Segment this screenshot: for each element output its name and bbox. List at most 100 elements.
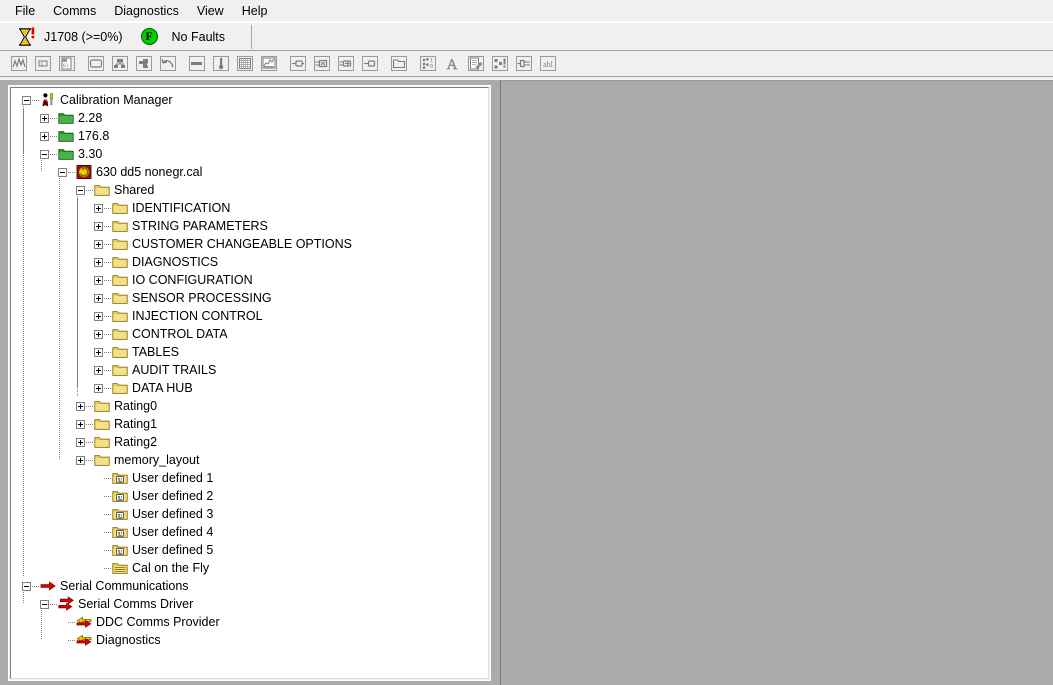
folder-yellow-icon xyxy=(94,182,110,198)
tree-item[interactable]: Diagnostics xyxy=(14,631,488,649)
tree-expand-plus-icon[interactable] xyxy=(94,329,103,339)
tree-connector-line xyxy=(50,135,58,137)
tree-item[interactable]: STRING PARAMETERS xyxy=(14,217,488,235)
tree-collapse-minus-icon[interactable] xyxy=(58,167,67,177)
menu-view[interactable]: View xyxy=(188,1,233,21)
tree-expand-plus-icon[interactable] xyxy=(94,383,103,393)
tree-item[interactable]: 2.28 xyxy=(14,109,488,127)
tree-scroll-area[interactable]: Calibration Manager 2.28 176.8 3.30 630 … xyxy=(11,88,488,678)
tree-expand-plus-icon[interactable] xyxy=(94,203,103,213)
svg-text:U: U xyxy=(118,531,122,537)
tree-item[interactable]: Cal on the Fly xyxy=(14,559,488,577)
tree-item-label: User defined 4 xyxy=(132,525,214,539)
tree-connector-line xyxy=(104,207,112,209)
tree-item[interactable]: Calibration Manager xyxy=(14,91,488,109)
tree-expand-plus-icon[interactable] xyxy=(94,275,103,285)
menu-diagnostics[interactable]: Diagnostics xyxy=(105,1,188,21)
document-edit-icon xyxy=(464,53,487,74)
tree-item[interactable]: 176.8 xyxy=(14,127,488,145)
svg-text:U: U xyxy=(118,477,122,483)
tree-item[interactable]: DIAGNOSTICS xyxy=(14,253,488,271)
tree-connector-line xyxy=(104,513,112,515)
menu-comms[interactable]: Comms xyxy=(44,1,105,21)
tree-item[interactable]: memory_layout xyxy=(14,451,488,469)
tree-expand-plus-icon[interactable] xyxy=(76,401,85,411)
connector-arrow-icon xyxy=(334,53,357,74)
svg-text:U: U xyxy=(118,495,122,501)
tree-connector-line xyxy=(86,459,94,461)
tree-expand-plus-icon[interactable] xyxy=(94,365,103,375)
tree-item-label: TABLES xyxy=(132,345,180,359)
tree-item[interactable]: Rating1 xyxy=(14,415,488,433)
tree-item[interactable]: Shared xyxy=(14,181,488,199)
tree-guide-rail xyxy=(23,325,24,343)
tree-expand-plus-icon[interactable] xyxy=(94,347,103,357)
waveform-graph-icon xyxy=(7,53,30,74)
tree-item[interactable]: IDENTIFICATION xyxy=(14,199,488,217)
tree-connector-line xyxy=(50,153,58,155)
tree-connector-line xyxy=(104,549,112,551)
tree-item[interactable]: 3.30 xyxy=(14,145,488,163)
tree-item[interactable]: U User defined 4 xyxy=(14,523,488,541)
tree-item[interactable]: U User defined 5 xyxy=(14,541,488,559)
tree-guide-rail xyxy=(23,541,24,559)
tree-expand-plus-icon[interactable] xyxy=(76,419,85,429)
tree-guide-rail xyxy=(23,307,24,325)
tree-item[interactable]: TABLES xyxy=(14,343,488,361)
tree-item[interactable]: Serial Comms Driver xyxy=(14,595,488,613)
bits-binary-icon: 10 xyxy=(416,53,439,74)
folder-yellow-icon xyxy=(112,218,128,234)
mdi-client-area xyxy=(500,80,1053,685)
tree-expand-plus-icon[interactable] xyxy=(94,293,103,303)
tree-collapse-minus-icon[interactable] xyxy=(76,185,85,195)
folder-user-icon: U xyxy=(112,542,128,558)
tree-guide-rail xyxy=(23,559,24,577)
tree-collapse-minus-icon[interactable] xyxy=(40,599,49,609)
tree-expand-plus-icon[interactable] xyxy=(76,437,85,447)
svg-text:A: A xyxy=(446,57,457,72)
tree-expand-plus-icon[interactable] xyxy=(40,113,49,123)
tree-item[interactable]: Rating0 xyxy=(14,397,488,415)
tree-connector-line xyxy=(104,315,112,317)
folder-yellow-icon xyxy=(112,362,128,378)
tree-item[interactable]: DATA HUB xyxy=(14,379,488,397)
tree-guide-rail xyxy=(23,163,24,181)
folder-user-icon: U xyxy=(112,470,128,486)
tree-view[interactable]: Calibration Manager 2.28 176.8 3.30 630 … xyxy=(10,87,489,679)
tree-connector-line xyxy=(50,117,58,119)
tree-guide-rail xyxy=(59,176,60,460)
tree-item[interactable]: CUSTOMER CHANGEABLE OPTIONS xyxy=(14,235,488,253)
tree-item[interactable]: IO CONFIGURATION xyxy=(14,271,488,289)
status-separator xyxy=(251,24,253,49)
tree-item[interactable]: CONTROL DATA xyxy=(14,325,488,343)
tree-expand-plus-icon[interactable] xyxy=(76,455,85,465)
folder-yellow-icon xyxy=(112,254,128,270)
tree-expand-plus-icon[interactable] xyxy=(94,221,103,231)
tree-guide-rail xyxy=(77,194,78,388)
tree-item[interactable]: U User defined 1 xyxy=(14,469,488,487)
folder-yellow-icon xyxy=(94,416,110,432)
tree-expand-plus-icon[interactable] xyxy=(40,131,49,141)
tree-connector-line xyxy=(50,603,58,605)
tree-item-label: 176.8 xyxy=(78,129,110,143)
tree-item[interactable]: U User defined 2 xyxy=(14,487,488,505)
tree-connector-line xyxy=(104,243,112,245)
tree-collapse-minus-icon[interactable] xyxy=(40,149,49,159)
tree-expand-plus-icon[interactable] xyxy=(94,239,103,249)
tree-item[interactable]: DDC Comms Provider xyxy=(14,613,488,631)
tree-item[interactable]: 630 dd5 nonegr.cal xyxy=(14,163,488,181)
tree-item[interactable]: SENSOR PROCESSING xyxy=(14,289,488,307)
tree-collapse-minus-icon[interactable] xyxy=(22,95,31,105)
tree-collapse-minus-icon[interactable] xyxy=(22,581,31,591)
label-abl-icon: abl xyxy=(536,53,559,74)
tree-expand-plus-icon[interactable] xyxy=(94,311,103,321)
tree-item[interactable]: U User defined 3 xyxy=(14,505,488,523)
tree-item[interactable]: Serial Communications xyxy=(14,577,488,595)
menu-file[interactable]: File xyxy=(6,1,44,21)
tree-item[interactable]: AUDIT TRAILS xyxy=(14,361,488,379)
chart-data-icon xyxy=(257,53,280,74)
tree-expand-plus-icon[interactable] xyxy=(94,257,103,267)
tree-item[interactable]: INJECTION CONTROL xyxy=(14,307,488,325)
menu-help[interactable]: Help xyxy=(233,1,277,21)
tree-item[interactable]: Rating2 xyxy=(14,433,488,451)
